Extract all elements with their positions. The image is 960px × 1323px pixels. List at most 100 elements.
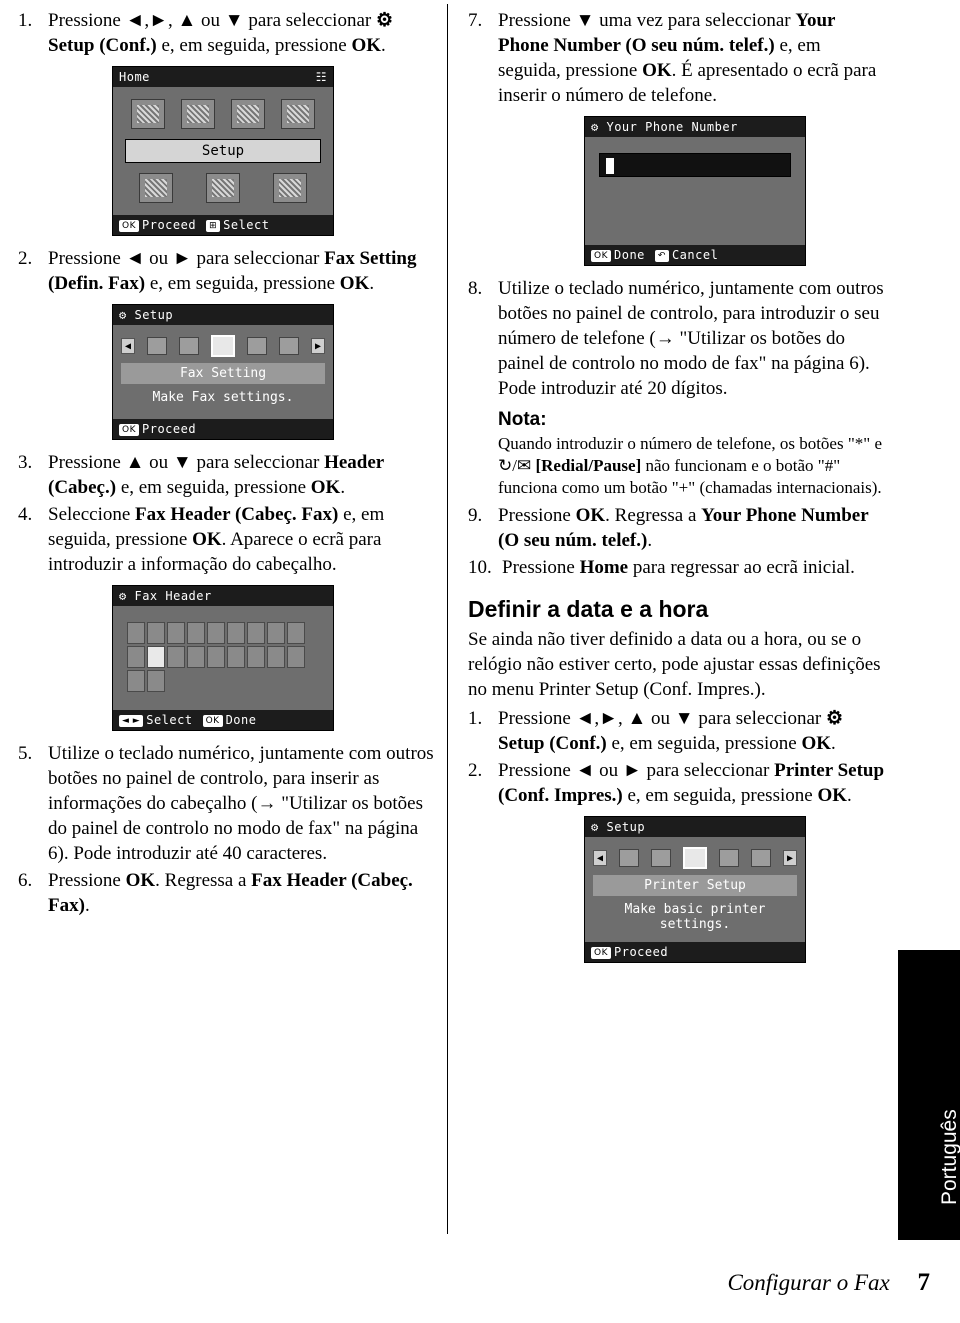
fax-mode-icon[interactable]: [231, 99, 265, 129]
network-icon: ☷: [315, 70, 327, 84]
step-text: Seleccione Fax Header (Cabeç. Fax) e, em…: [48, 504, 385, 575]
char-cell[interactable]: [227, 646, 245, 668]
network-setup-icon[interactable]: [179, 337, 199, 355]
lcd-title: Setup: [134, 308, 174, 322]
ok-key-badge: OK: [119, 423, 139, 436]
list-item: 1. Pressione ◄,►, ▲ ou ▼ para selecciona…: [18, 8, 438, 58]
char-cell[interactable]: [127, 622, 145, 644]
select-key-label: Select: [223, 218, 270, 232]
list-item: 5. Utilize o teclado numérico, juntament…: [18, 741, 438, 866]
section-heading: Definir a data e a hora: [468, 596, 709, 622]
lcd-foot-bar: OK Done ↶ Cancel: [585, 245, 805, 265]
lcd-title-bar: Home ☷: [113, 67, 333, 87]
ok-key-badge: OK: [202, 714, 223, 727]
char-cell[interactable]: [127, 646, 145, 668]
scroll-right-icon[interactable]: ▶: [783, 850, 797, 866]
column-divider: [447, 4, 448, 1234]
setup-mode-icon[interactable]: [139, 173, 174, 203]
maintenance-icon[interactable]: [651, 849, 671, 867]
section-intro: Se ainda não tiver definido a data ou a …: [468, 629, 881, 700]
selected-menu-setup[interactable]: Setup: [125, 139, 321, 163]
printer-setup-heading: Printer Setup: [593, 875, 797, 896]
maintenance-mode-icon[interactable]: [205, 173, 240, 203]
char-cell[interactable]: [247, 622, 265, 644]
setup-icon-row: ◀ ▶: [113, 331, 333, 361]
home-icon-row-bottom: [113, 167, 333, 209]
ok-key-badge: OK: [591, 946, 611, 959]
char-cell[interactable]: [127, 670, 145, 692]
lcd-body: Setup: [113, 87, 333, 215]
ok-key-hint: OK Proceed: [119, 422, 196, 436]
paper-mode-icon[interactable]: [272, 173, 307, 203]
step-number: 8.: [468, 278, 483, 299]
right-column: 7. Pressione ▼ uma vez para seleccionar …: [468, 8, 888, 973]
step-text: Pressione ◄,►, ▲ ou ▼ para seleccionar ⚙…: [498, 708, 844, 754]
step-number: 3.: [18, 452, 33, 473]
char-cell[interactable]: [147, 622, 165, 644]
network-setup-icon[interactable]: [719, 849, 739, 867]
phone-number-input[interactable]: [599, 153, 791, 177]
step-number: 1.: [18, 10, 33, 31]
char-cell[interactable]: [207, 622, 225, 644]
char-cell[interactable]: [267, 646, 285, 668]
step-number: 2.: [18, 248, 33, 269]
char-cell[interactable]: [287, 646, 305, 668]
lcd-foot-bar: OK Proceed ⊞ Select: [113, 215, 333, 235]
step-number: 2.: [468, 760, 483, 781]
scroll-left-icon[interactable]: ◀: [593, 850, 607, 866]
printer-setup-description-line2: settings.: [659, 917, 731, 932]
lcd-printer-setup-screen: ⚙ Setup ◀ ▶ Printer Setup Make basic pri…: [584, 816, 806, 963]
list-item: 9. Pressione OK. Regressa a Your Phone N…: [468, 503, 888, 553]
ok-key-label: Done: [225, 713, 257, 727]
lcd-foot-bar: ◄ ► Select OK Done: [113, 710, 333, 730]
printer-setup-icon[interactable]: [147, 337, 167, 355]
maintenance-icon[interactable]: [247, 337, 267, 355]
text-cursor: [606, 158, 614, 174]
char-cell[interactable]: [147, 670, 165, 692]
char-cell[interactable]: [187, 646, 205, 668]
scan-mode-icon[interactable]: [281, 99, 315, 129]
step-number: 9.: [468, 505, 483, 526]
char-cell[interactable]: [167, 622, 185, 644]
select-key-badge: ⊞: [206, 219, 221, 232]
step-text: Pressione ◄ ou ► para seleccionar Fax Se…: [48, 248, 417, 294]
fax-setting-icon[interactable]: [211, 335, 235, 357]
document-page: 1. Pressione ◄,►, ▲ ou ▼ para selecciona…: [0, 0, 960, 1323]
side-tab-label: Português: [938, 1109, 960, 1205]
char-cell[interactable]: [207, 646, 225, 668]
step-text: Pressione Home para regressar ao ecrã in…: [502, 557, 855, 578]
lcd-title-bar: ⚙ Fax Header: [113, 586, 333, 606]
scroll-left-icon[interactable]: ◀: [121, 338, 135, 354]
search-setup-icon[interactable]: [619, 849, 639, 867]
lcd-title: Home: [119, 70, 150, 84]
back-key-badge: ↶: [654, 249, 669, 262]
list-item: 2. Pressione ◄ ou ► para seleccionar Pri…: [468, 758, 888, 808]
step-text: Pressione ▲ ou ▼ para seleccionar Header…: [48, 452, 384, 498]
char-cell[interactable]: [247, 646, 265, 668]
list-item: 4. Seleccione Fax Header (Cabeç. Fax) e,…: [18, 502, 438, 577]
copy-mode-icon[interactable]: [131, 99, 165, 129]
setup-description: Make Fax settings.: [152, 390, 294, 405]
char-cell[interactable]: [167, 646, 185, 668]
note-block: Nota: Quando introduzir o número de tele…: [498, 409, 888, 499]
char-cell[interactable]: [227, 622, 245, 644]
file-setup-icon[interactable]: [279, 337, 299, 355]
char-cell[interactable]: [267, 622, 285, 644]
cancel-key-hint: ↶ Cancel: [654, 248, 718, 262]
ok-key-label: Proceed: [614, 945, 669, 959]
char-cell[interactable]: [187, 622, 205, 644]
ok-key-label: Proceed: [142, 422, 197, 436]
note-heading: Nota:: [498, 409, 547, 430]
side-tab: Português: [898, 950, 960, 1240]
scroll-right-icon[interactable]: ▶: [311, 338, 325, 354]
char-cell[interactable]: [287, 622, 305, 644]
ok-key-label: Done: [614, 248, 645, 262]
step-text: Pressione ◄ ou ► para seleccionar Printe…: [498, 760, 885, 806]
header-text-entry-grid[interactable]: [127, 622, 319, 692]
ok-key-hint: OK Done: [591, 248, 645, 262]
printer-setup-icon[interactable]: [683, 847, 707, 869]
setup-gear-icon: ⚙: [591, 120, 599, 134]
fax-setting-icon[interactable]: [751, 849, 771, 867]
char-cell-active[interactable]: [147, 646, 165, 668]
photo-mode-icon[interactable]: [181, 99, 215, 129]
